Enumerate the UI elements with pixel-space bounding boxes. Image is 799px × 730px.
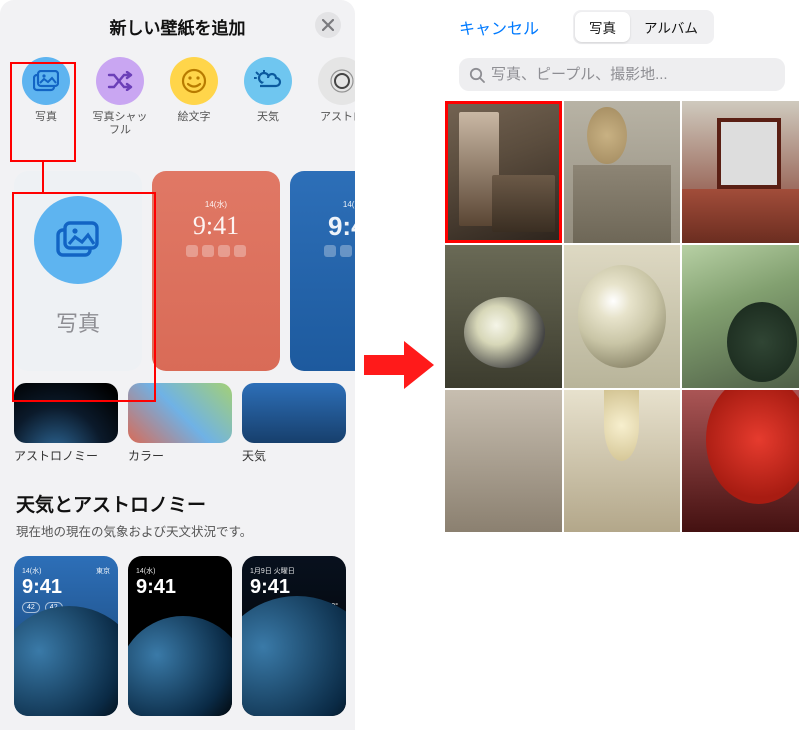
segmented-control: 写真 アルバム <box>573 10 714 44</box>
segment-photos[interactable]: 写真 <box>575 12 630 42</box>
category-astronomy[interactable]: アストロ <box>310 57 355 137</box>
category-emoji[interactable]: 絵文字 <box>162 57 226 137</box>
search-field[interactable] <box>459 58 785 91</box>
featured-row: 写真 14(水) 9:41 14(水) 9:41 <box>0 145 355 379</box>
thumb-label: カラー <box>128 447 232 464</box>
photo-thumbnail[interactable] <box>445 101 562 243</box>
photo-grid <box>445 101 799 532</box>
category-photo[interactable]: 写真 <box>14 57 78 137</box>
category-row: 写真 写真シャッフル 絵文字 天気 アストロ <box>0 51 355 145</box>
weather-astro-row: 14(水) 東京 9:41 42 42 14(水) 9:41 1月9日 火曜日 … <box>0 552 355 720</box>
close-button[interactable] <box>315 12 341 38</box>
photo-thumbnail[interactable] <box>445 245 562 387</box>
arrow-right-icon <box>364 339 436 391</box>
category-shuffle[interactable]: 写真シャッフル <box>88 57 152 137</box>
weather-icon <box>254 70 282 92</box>
photo-thumbnail[interactable] <box>564 245 681 387</box>
photo-thumbnail[interactable] <box>682 390 799 532</box>
photo-thumbnail[interactable] <box>445 390 562 532</box>
smile-icon <box>181 68 207 94</box>
thumb-weather[interactable] <box>242 383 346 443</box>
photo-stack-icon <box>56 221 100 259</box>
photo-stack-icon <box>33 70 59 92</box>
earth-globe-icon <box>14 606 118 716</box>
preview-date: 14(水) <box>290 199 355 210</box>
wt-date: 14(水) <box>22 566 41 576</box>
category-label: 絵文字 <box>178 111 211 137</box>
earth-globe-icon <box>242 596 346 716</box>
category-label: 天気 <box>257 111 279 137</box>
category-label: 写真 <box>35 111 57 137</box>
highlight-connector <box>42 162 44 192</box>
search-input[interactable] <box>491 66 775 83</box>
category-label: 写真シャッフル <box>88 111 152 137</box>
weather-preview-1[interactable]: 14(水) 東京 9:41 42 42 <box>14 556 118 716</box>
wt-time: 9:41 <box>250 576 290 599</box>
add-wallpaper-sheet: 新しい壁紙を追加 写真 写真シャッフル 絵文字 天 <box>0 0 355 730</box>
sheet-header: 新しい壁紙を追加 <box>0 0 355 51</box>
thumb-color[interactable] <box>128 383 232 443</box>
featured-color-card[interactable]: 14(水) 9:41 <box>152 171 280 371</box>
section-subtitle: 現在地の現在の気象および天文状況です。 <box>0 521 355 552</box>
featured-photo-card[interactable]: 写真 <box>14 171 142 371</box>
category-label: アストロ <box>320 111 355 137</box>
wt-time: 9:41 <box>22 576 62 599</box>
wt-date: 14(水) <box>136 566 155 576</box>
preview-time: 9:41 <box>290 211 355 242</box>
featured-photo-label: 写真 <box>56 306 100 338</box>
earth-globe-icon <box>128 616 232 716</box>
thumb-label: 天気 <box>242 447 346 464</box>
photo-thumbnail[interactable] <box>564 101 681 243</box>
wt-date: 1月9日 火曜日 <box>250 566 295 576</box>
photo-thumbnail[interactable] <box>682 245 799 387</box>
shuffle-icon <box>107 71 133 91</box>
sheet-title: 新しい壁紙を追加 <box>110 14 246 39</box>
thumb-label: アストロノミー <box>14 447 118 464</box>
preview-date: 14(水) <box>152 199 280 210</box>
photo-thumbnail[interactable] <box>682 101 799 243</box>
section-title: 天気とアストロノミー <box>0 470 355 521</box>
small-thumb-row <box>0 379 355 445</box>
featured-weather-card[interactable]: 14(水) 9:41 <box>290 171 355 371</box>
thumb-labels: アストロノミー カラー 天気 <box>0 445 355 470</box>
astro-icon <box>329 68 355 94</box>
category-weather[interactable]: 天気 <box>236 57 300 137</box>
preview-widgets <box>152 245 280 257</box>
preview-time: 9:41 <box>152 211 280 241</box>
wt-time: 9:41 <box>136 576 176 599</box>
close-icon <box>322 19 334 31</box>
preview-widgets <box>290 245 355 257</box>
segment-albums[interactable]: アルバム <box>630 12 712 42</box>
picker-header: キャンセル 写真 アルバム <box>445 0 799 52</box>
weather-preview-2[interactable]: 14(水) 9:41 <box>128 556 232 716</box>
weather-preview-3[interactable]: 1月9日 火曜日 9:41 最高 10° 最低 7° <box>242 556 346 716</box>
photo-thumbnail[interactable] <box>564 390 681 532</box>
thumb-astronomy[interactable] <box>14 383 118 443</box>
photo-picker: キャンセル 写真 アルバム <box>445 0 799 730</box>
selection-highlight <box>445 101 562 243</box>
arrow <box>355 0 445 730</box>
search-icon <box>469 67 485 83</box>
cancel-button[interactable]: キャンセル <box>459 15 539 39</box>
wt-location: 東京 <box>96 566 110 576</box>
